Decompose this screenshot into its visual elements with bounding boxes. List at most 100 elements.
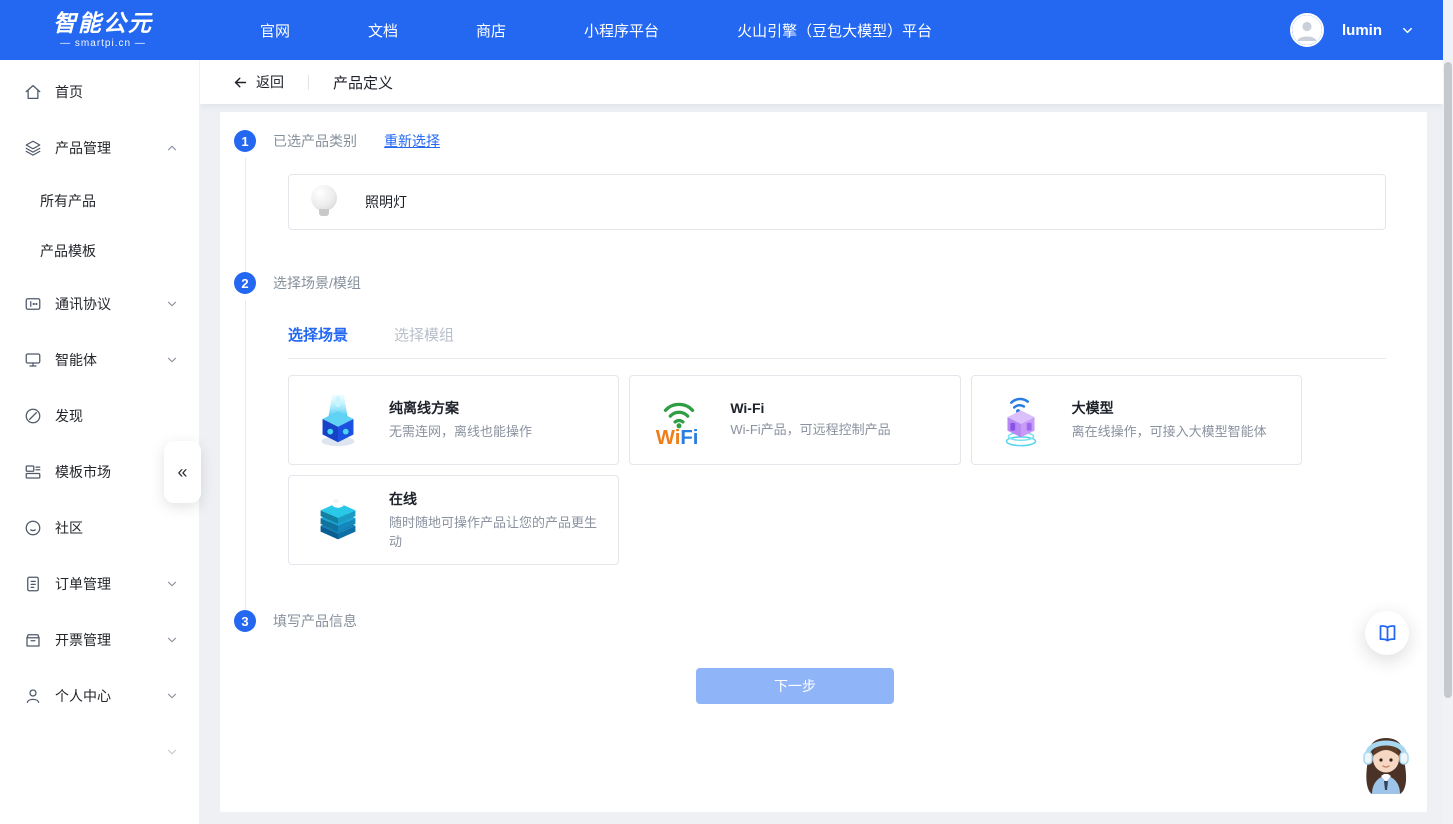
step-3: 3 填写产品信息 下一步 (234, 610, 1427, 784)
sidebar-item-label: 模板市场 (55, 462, 111, 482)
tab-select-scene[interactable]: 选择场景 (288, 324, 348, 345)
nav-item-official-site[interactable]: 官网 (260, 20, 290, 41)
svg-text:WiFi: WiFi (656, 427, 699, 449)
avatar (1290, 13, 1324, 47)
step-2-number-badge: 2 (234, 272, 256, 294)
step-2-label: 选择场景/模组 (273, 273, 361, 293)
ai-cube-icon (990, 389, 1052, 451)
sidebar-item-invoice-management[interactable]: 开票管理 (0, 612, 199, 668)
scene-card-title: 纯离线方案 (389, 398, 532, 418)
logo[interactable]: 智能公元 — smartpi.cn — (42, 11, 164, 48)
product-definition-panel: 1 已选产品类别 重新选择 照明灯 2 选择场景/模组 (220, 112, 1427, 812)
sidebar-item-label: 开票管理 (55, 630, 111, 650)
logo-subtitle: — smartpi.cn — (42, 38, 164, 49)
chevron-up-icon (165, 141, 179, 155)
smiley-icon (24, 519, 42, 537)
nav-item-docs[interactable]: 文档 (368, 20, 398, 41)
divider (308, 75, 309, 90)
app-header: 智能公元 — smartpi.cn — 官网 文档 商店 小程序平台 火山引擎（… (0, 0, 1453, 60)
breadcrumb: 返回 产品定义 (200, 60, 1443, 104)
layers-icon (24, 139, 42, 157)
reselect-link[interactable]: 重新选择 (384, 131, 440, 151)
vertical-scrollbar (1443, 0, 1453, 824)
sidebar-item-discover[interactable]: 发现 (0, 388, 199, 444)
protocol-icon (24, 295, 42, 313)
back-label: 返回 (256, 72, 284, 92)
compass-icon (24, 407, 42, 425)
documentation-fab-button[interactable] (1365, 611, 1409, 655)
step-1-number-badge: 1 (234, 130, 256, 152)
user-menu[interactable]: lumin (1290, 13, 1415, 47)
home-icon (24, 83, 42, 101)
step-3-label: 填写产品信息 (273, 611, 357, 631)
document-icon (24, 575, 42, 593)
scene-cards-grid: 纯离线方案 无需连网，离线也能操作 (288, 375, 1302, 565)
back-button[interactable]: 返回 (232, 72, 284, 92)
sidebar-item-label: 产品管理 (55, 138, 111, 158)
empty-icon (24, 743, 42, 761)
chevron-down-icon (165, 577, 179, 591)
person-icon (24, 687, 42, 705)
sidebar-item-order-management[interactable]: 订单管理 (0, 556, 199, 612)
sidebar-item-label: 个人中心 (55, 686, 111, 706)
page-title: 产品定义 (333, 72, 393, 93)
chevron-down-icon (165, 297, 179, 311)
sidebar-item-label: 首页 (55, 82, 83, 102)
chevron-down-icon (165, 745, 179, 759)
sidebar-item-label: 通讯协议 (55, 294, 111, 314)
sidebar-collapse-button[interactable]: « (164, 441, 201, 503)
step-connector-line (245, 300, 246, 610)
open-book-icon (1377, 623, 1398, 644)
sidebar-item-communication-protocol[interactable]: 通讯协议 (0, 276, 199, 332)
tab-select-module[interactable]: 选择模组 (394, 324, 454, 345)
sidebar-item-label: 发现 (55, 406, 83, 426)
step-3-number-badge: 3 (234, 610, 256, 632)
step-2: 2 选择场景/模组 选择场景 选择模组 (234, 272, 1427, 610)
sidebar-item-product-management[interactable]: 产品管理 (0, 120, 199, 176)
scene-card-desc: 离在线操作，可接入大模型智能体 (1072, 423, 1267, 442)
sidebar-item-product-templates[interactable]: 产品模板 (0, 226, 199, 276)
sidebar-item-label: 社区 (55, 518, 83, 538)
arrow-left-icon (232, 74, 249, 91)
selected-product-card[interactable]: 照明灯 (288, 174, 1386, 230)
sidebar-subitem-label: 产品模板 (40, 241, 96, 261)
step-1-label: 已选产品类别 (273, 131, 357, 151)
scene-card-wifi[interactable]: WiFi Wi-Fi Wi-Fi产品，可远程控制产品 (629, 375, 960, 465)
chevron-down-icon (165, 353, 179, 367)
sidebar-item-all-products[interactable]: 所有产品 (0, 176, 199, 226)
nav-item-volcengine[interactable]: 火山引擎（豆包大模型）平台 (737, 20, 932, 41)
chevron-down-icon (165, 633, 179, 647)
sidebar-item-label: 订单管理 (55, 574, 111, 594)
logo-title: 智能公元 (42, 11, 164, 36)
scene-card-desc: Wi-Fi产品，可远程控制产品 (730, 421, 890, 440)
nav-item-store[interactable]: 商店 (476, 20, 506, 41)
wifi-text-part1: Wi (656, 427, 681, 449)
lightbulb-icon (311, 185, 337, 219)
scene-card-offline[interactable]: 纯离线方案 无需连网，离线也能操作 (288, 375, 619, 465)
scene-card-online[interactable]: 在线 随时随地可操作产品让您的产品更生动 (288, 475, 619, 565)
step-3-rail: 3 (234, 610, 256, 784)
customer-service-assistant-avatar[interactable] (1354, 732, 1418, 798)
monitor-icon (24, 351, 42, 369)
sidebar-item-personal-center[interactable]: 个人中心 (0, 668, 199, 724)
username: lumin (1342, 22, 1382, 39)
scene-module-tabs: 选择场景 选择模组 (288, 324, 1386, 359)
sidebar-item-extra[interactable] (0, 724, 199, 780)
wifi-text-part2: Fi (681, 427, 699, 449)
nav-item-miniprogram[interactable]: 小程序平台 (584, 20, 659, 41)
scene-card-desc: 无需连网，离线也能操作 (389, 423, 532, 442)
wifi-logo-icon: WiFi (648, 389, 710, 451)
scrollbar-thumb[interactable] (1444, 62, 1452, 698)
scene-card-large-model[interactable]: 大模型 离在线操作，可接入大模型智能体 (971, 375, 1302, 465)
step-1: 1 已选产品类别 重新选择 照明灯 (234, 130, 1427, 272)
next-step-button[interactable]: 下一步 (696, 668, 894, 704)
top-nav: 官网 文档 商店 小程序平台 火山引擎（豆包大模型）平台 (260, 20, 932, 41)
sidebar-item-agent[interactable]: 智能体 (0, 332, 199, 388)
scene-card-title: 大模型 (1072, 398, 1267, 418)
scene-card-title: 在线 (389, 489, 606, 509)
sidebar-item-community[interactable]: 社区 (0, 500, 199, 556)
offline-cube-icon (307, 389, 369, 451)
step-2-rail: 2 (234, 272, 256, 610)
sidebar-item-home[interactable]: 首页 (0, 64, 199, 120)
template-market-icon (24, 463, 42, 481)
